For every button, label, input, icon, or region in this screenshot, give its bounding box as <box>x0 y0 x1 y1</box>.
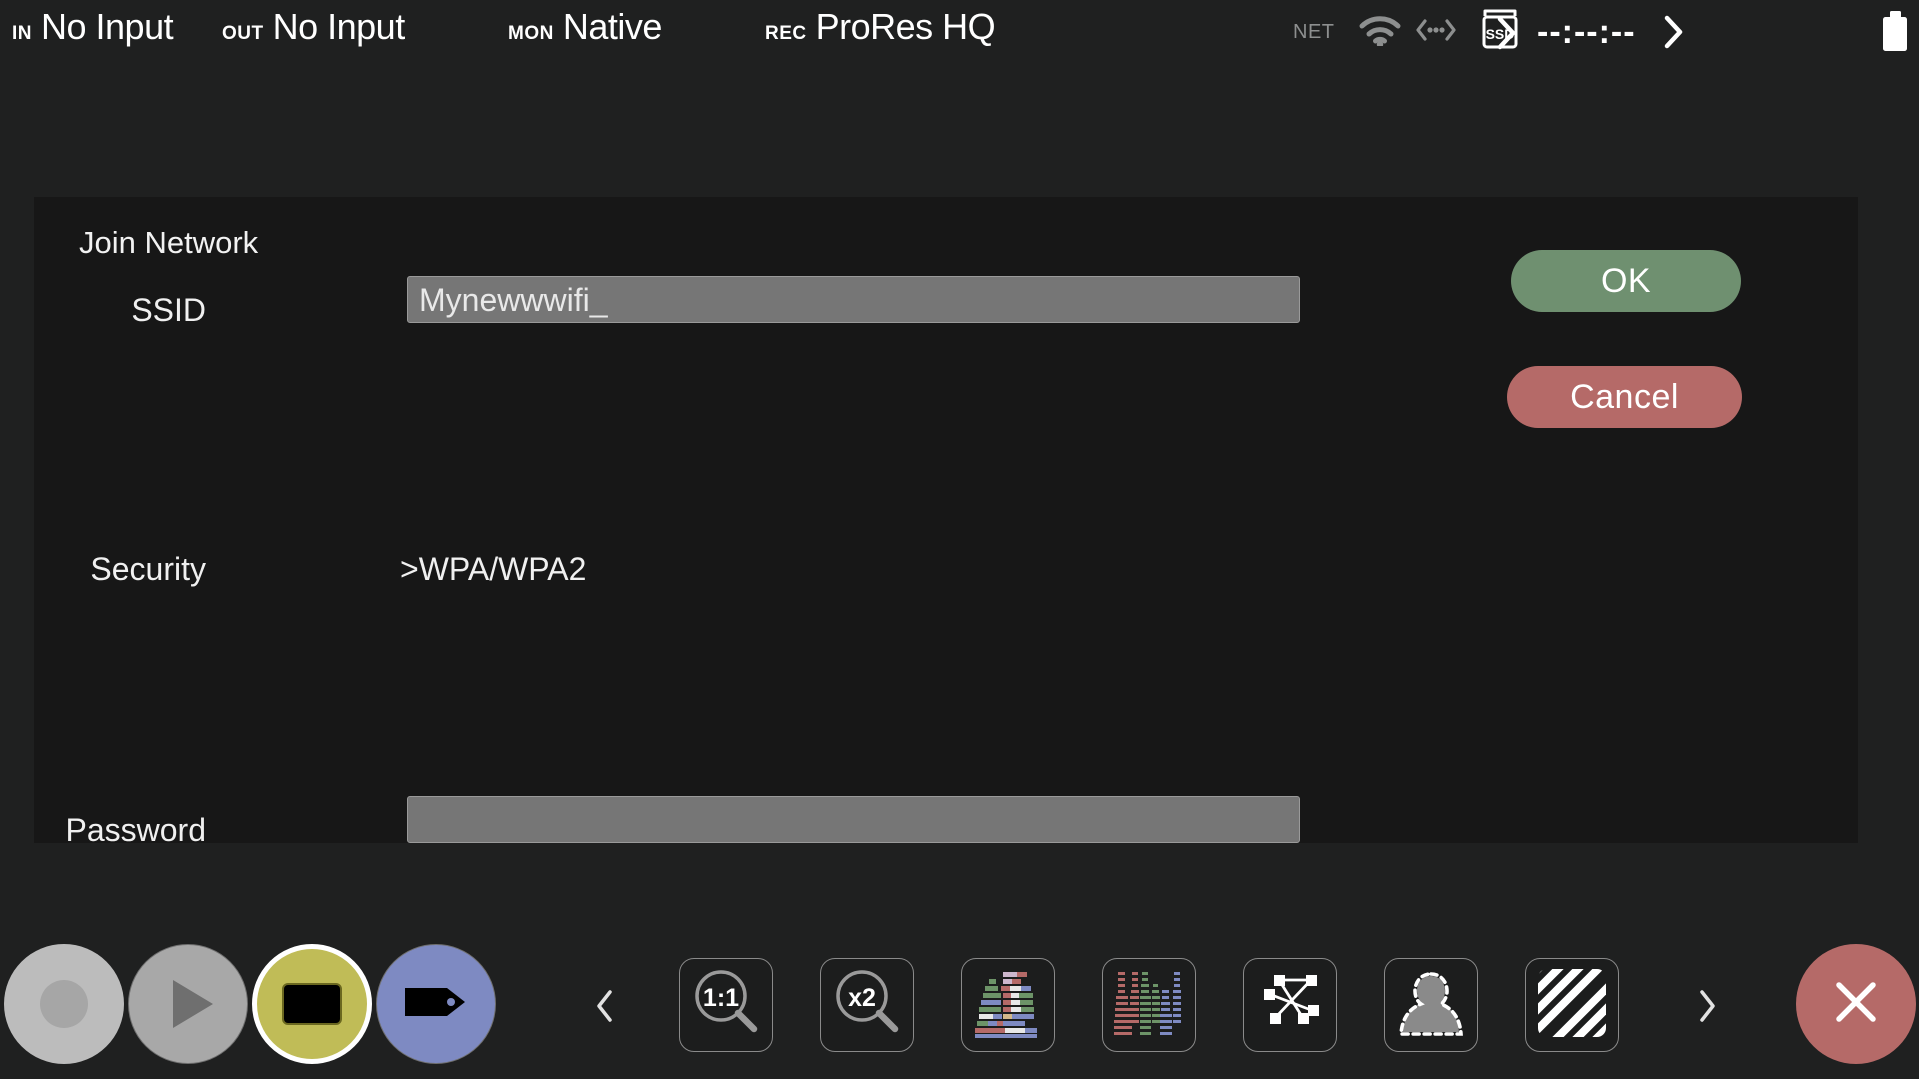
status-output-value: No Input <box>272 6 406 47</box>
status-record-format[interactable]: REC ProRes HQ <box>765 6 996 47</box>
focus-peaking-tool[interactable] <box>1384 958 1478 1052</box>
bottom-toolbar: 1:1 x2 <box>0 930 1919 1079</box>
focus-person-icon <box>1395 968 1467 1043</box>
status-media[interactable]: SSD --:--:-- <box>1480 8 1685 55</box>
status-input-key: IN <box>12 23 32 44</box>
rgb-parade-icon <box>1112 967 1186 1044</box>
zoom-1-1-tool[interactable]: 1:1 <box>679 958 773 1052</box>
security-label: Security <box>90 551 206 587</box>
ssid-input-value: Mynewwwifi_ <box>419 281 608 318</box>
monitor-button[interactable] <box>252 944 372 1064</box>
vectorscope-icon <box>1255 972 1325 1039</box>
svg-text:x2: x2 <box>848 984 876 1012</box>
record-button[interactable] <box>4 944 124 1064</box>
form-row-ssid: SSID Mynewwwifi_ <box>34 276 1304 423</box>
status-input-value: No Input <box>41 6 174 47</box>
false-color-tool[interactable] <box>1525 958 1619 1052</box>
ssid-label: SSID <box>131 292 206 328</box>
zebra-stripes-icon <box>1535 966 1609 1045</box>
close-button[interactable] <box>1796 944 1916 1064</box>
status-battery[interactable] <box>1880 10 1910 57</box>
battery-icon <box>1880 11 1910 56</box>
dialog-title: Join Network <box>79 225 259 260</box>
status-network-key: NET <box>1293 21 1335 43</box>
record-dot-icon <box>40 980 88 1028</box>
ssd-drive-icon: SSD <box>1480 8 1520 55</box>
ethernet-icon <box>1415 17 1456 48</box>
status-record-key: REC <box>765 23 807 44</box>
svg-text:1:1: 1:1 <box>703 984 739 1012</box>
magnifier-1-1-icon: 1:1 <box>689 966 763 1045</box>
magnifier-x2-icon: x2 <box>830 966 904 1045</box>
chevron-right-icon[interactable] <box>1692 986 1722 1026</box>
rgb-parade-tool[interactable] <box>1102 958 1196 1052</box>
join-network-dialog: Join Network SSID Mynewwwifi_ Security >… <box>34 197 1858 848</box>
tag-button[interactable] <box>376 944 496 1064</box>
status-input[interactable]: IN No Input <box>12 6 174 47</box>
play-button[interactable] <box>128 944 248 1064</box>
svg-text:SSD: SSD <box>1486 26 1515 42</box>
ssid-input[interactable]: Mynewwwifi_ <box>407 276 1300 323</box>
password-input[interactable] <box>407 796 1300 843</box>
play-triangle-icon <box>173 980 213 1028</box>
security-select[interactable]: >WPA/WPA2 <box>400 551 586 588</box>
close-x-icon <box>1828 974 1884 1035</box>
cancel-button[interactable]: Cancel <box>1507 366 1742 428</box>
vectorscope-tool[interactable] <box>1243 958 1337 1052</box>
device-screen: IN No Input OUT No Input MON Native REC … <box>0 0 1919 1079</box>
status-output[interactable]: OUT No Input <box>222 9 405 45</box>
chevron-left-icon[interactable] <box>590 986 620 1026</box>
status-monitor[interactable]: MON Native <box>508 9 662 45</box>
histogram-tool[interactable] <box>961 958 1055 1052</box>
wifi-icon <box>1358 14 1402 51</box>
status-bar: IN No Input OUT No Input MON Native REC … <box>0 0 1919 56</box>
form-row-security: Security >WPA/WPA2 <box>34 551 1304 682</box>
password-label: Password <box>65 812 207 848</box>
status-record-value: ProRes HQ <box>815 6 996 47</box>
chevron-right-icon[interactable] <box>1663 15 1685 49</box>
zoom-x2-tool[interactable]: x2 <box>820 958 914 1052</box>
status-monitor-key: MON <box>508 23 554 44</box>
network-form: SSID Mynewwwifi_ Security >WPA/WPA2 Pass… <box>34 276 1304 848</box>
tag-icon <box>403 980 469 1029</box>
ok-button[interactable]: OK <box>1511 250 1741 312</box>
histogram-icon <box>971 968 1045 1043</box>
status-output-key: OUT <box>222 23 264 44</box>
status-monitor-value: Native <box>562 6 663 47</box>
timecode-display: --:--:-- <box>1537 12 1636 51</box>
monitor-rect-icon <box>282 983 342 1025</box>
form-row-password: Password <box>34 796 1304 943</box>
